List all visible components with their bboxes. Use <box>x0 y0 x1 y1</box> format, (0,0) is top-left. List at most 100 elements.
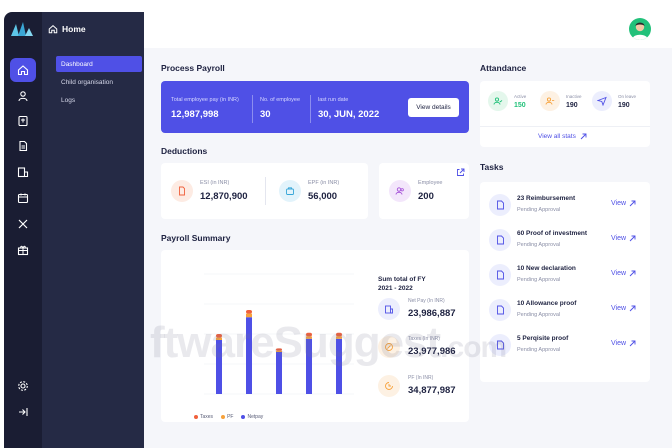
legend-item-taxes: Taxes <box>194 414 213 420</box>
file-icon <box>489 229 511 251</box>
gift-icon[interactable] <box>10 238 36 262</box>
attendance-card: Active 150 Inactive 190 On leave 190 Vie… <box>480 81 650 147</box>
tasks-title: Tasks <box>480 162 504 172</box>
legend-item-netpay: Netpay <box>241 414 263 420</box>
task-title: 10 New declaration <box>517 265 576 272</box>
divider <box>252 95 253 123</box>
file-icon <box>489 194 511 216</box>
tools-icon[interactable] <box>10 212 36 236</box>
home-label: Home <box>62 24 86 34</box>
task-status: Pending Approval <box>517 347 561 353</box>
brand-logo-icon <box>11 22 33 36</box>
net-pay-icon <box>378 298 400 320</box>
employee-value: 200 <box>418 191 434 202</box>
inactive-value: 190 <box>566 102 578 109</box>
arrow-up-right-icon <box>580 133 587 140</box>
deductions-title: Deductions <box>161 146 208 156</box>
process-payroll-title: Process Payroll <box>161 63 225 73</box>
epf-icon <box>279 180 301 202</box>
sidebar-item-logs[interactable]: Logs <box>56 92 142 108</box>
task-item: 5 Perqisite proof Pending Approval View <box>489 330 649 360</box>
last-run-label: last run date <box>318 97 349 103</box>
arrow-up-right-icon <box>629 200 636 207</box>
task-title: 10 Allowance proof <box>517 300 577 307</box>
home-small-icon <box>48 24 58 34</box>
document-icon[interactable] <box>10 109 36 133</box>
pf-value: 34,877,987 <box>408 385 456 396</box>
on-leave-value: 190 <box>618 102 630 109</box>
total-pay-value: 12,987,998 <box>171 109 219 120</box>
task-view-button[interactable]: View <box>611 340 636 347</box>
epf-value: 56,000 <box>308 191 338 202</box>
view-details-button[interactable]: View details <box>408 98 459 117</box>
on-leave-label: On leave <box>618 94 637 99</box>
task-status: Pending Approval <box>517 312 561 318</box>
payroll-summary-title: Payroll Summary <box>161 233 231 243</box>
settings-icon[interactable] <box>10 374 36 398</box>
bar-pf <box>246 313 252 318</box>
watermark: ftwareSuggest.com <box>150 318 507 367</box>
task-view-button[interactable]: View <box>611 270 636 277</box>
pf-label: PF (In INR) <box>408 375 434 381</box>
finance-icon[interactable] <box>10 160 36 184</box>
employee-card: Employee 200 <box>379 163 469 219</box>
task-title: 60 Proof of investment <box>517 230 588 237</box>
arrow-up-right-icon <box>629 270 636 277</box>
divider <box>265 177 266 205</box>
avatar[interactable] <box>629 18 651 40</box>
sum-total-title: Sum total of FY 2021 - 2022 <box>378 276 426 292</box>
esi-icon <box>171 180 193 202</box>
active-user-icon <box>488 91 508 111</box>
sidebar-item-child-organisation[interactable]: Child organisation <box>56 74 142 90</box>
external-link-icon[interactable] <box>456 168 465 177</box>
file-icon <box>489 264 511 286</box>
arrow-up-right-icon <box>629 340 636 347</box>
calendar-icon[interactable] <box>10 186 36 210</box>
collapse-icon[interactable] <box>10 400 36 424</box>
on-leave-icon <box>592 91 612 111</box>
task-status: Pending Approval <box>517 277 561 283</box>
arrow-up-right-icon <box>629 235 636 242</box>
attendance-title: Attandance <box>480 63 527 73</box>
employee-label: Employee <box>418 180 443 186</box>
task-title: 5 Perqisite proof <box>517 335 569 342</box>
task-view-button[interactable]: View <box>611 200 636 207</box>
task-status: Pending Approval <box>517 207 561 213</box>
bar-taxes <box>246 310 252 314</box>
home-heading[interactable]: Home <box>48 24 86 34</box>
esi-value: 12,870,900 <box>200 191 248 202</box>
icon-rail <box>4 12 42 448</box>
task-view-button[interactable]: View <box>611 235 636 242</box>
top-bar <box>144 12 672 48</box>
divider <box>310 95 311 123</box>
divider <box>480 126 650 127</box>
epf-label: EPF (in INR) <box>308 180 340 186</box>
user-icon[interactable] <box>10 84 36 108</box>
net-pay-label: Net Pay (In INR) <box>408 298 445 304</box>
main-content: Process Payroll Total employee pay (in I… <box>144 12 672 448</box>
employees-value: 30 <box>260 109 271 120</box>
chart-legend: Taxes PF Netpay <box>194 414 263 420</box>
sub-menu: Home Dashboard Child organisation Logs <box>42 12 144 448</box>
sidebar-item-dashboard[interactable]: Dashboard <box>56 56 142 72</box>
arrow-up-right-icon <box>629 305 636 312</box>
inactive-user-icon <box>540 91 560 111</box>
employee-icon <box>389 180 411 202</box>
task-item: 60 Proof of investment Pending Approval … <box>489 225 649 255</box>
view-all-stats-link[interactable]: View all stats <box>538 133 587 140</box>
esi-label: ESI (in INR) <box>200 180 230 186</box>
file-icon[interactable] <box>10 134 36 158</box>
last-run-value: 30, JUN, 2022 <box>318 109 380 120</box>
home-icon[interactable] <box>10 58 36 82</box>
active-label: Active <box>514 94 527 99</box>
app-window: Home Dashboard Child organisation Logs P… <box>0 0 672 448</box>
legend-item-pf: PF <box>221 414 233 420</box>
active-value: 150 <box>514 102 526 109</box>
inactive-label: Inactive <box>566 94 582 99</box>
deductions-card: ESI (in INR) 12,870,900 EPF (in INR) 56,… <box>161 163 368 219</box>
task-item: 10 New declaration Pending Approval View <box>489 260 649 290</box>
task-title: 23 Reimbursement <box>517 195 576 202</box>
total-pay-label: Total employee pay (in INR) <box>171 97 239 103</box>
task-view-button[interactable]: View <box>611 305 636 312</box>
task-item: 10 Allowance proof Pending Approval View <box>489 295 649 325</box>
